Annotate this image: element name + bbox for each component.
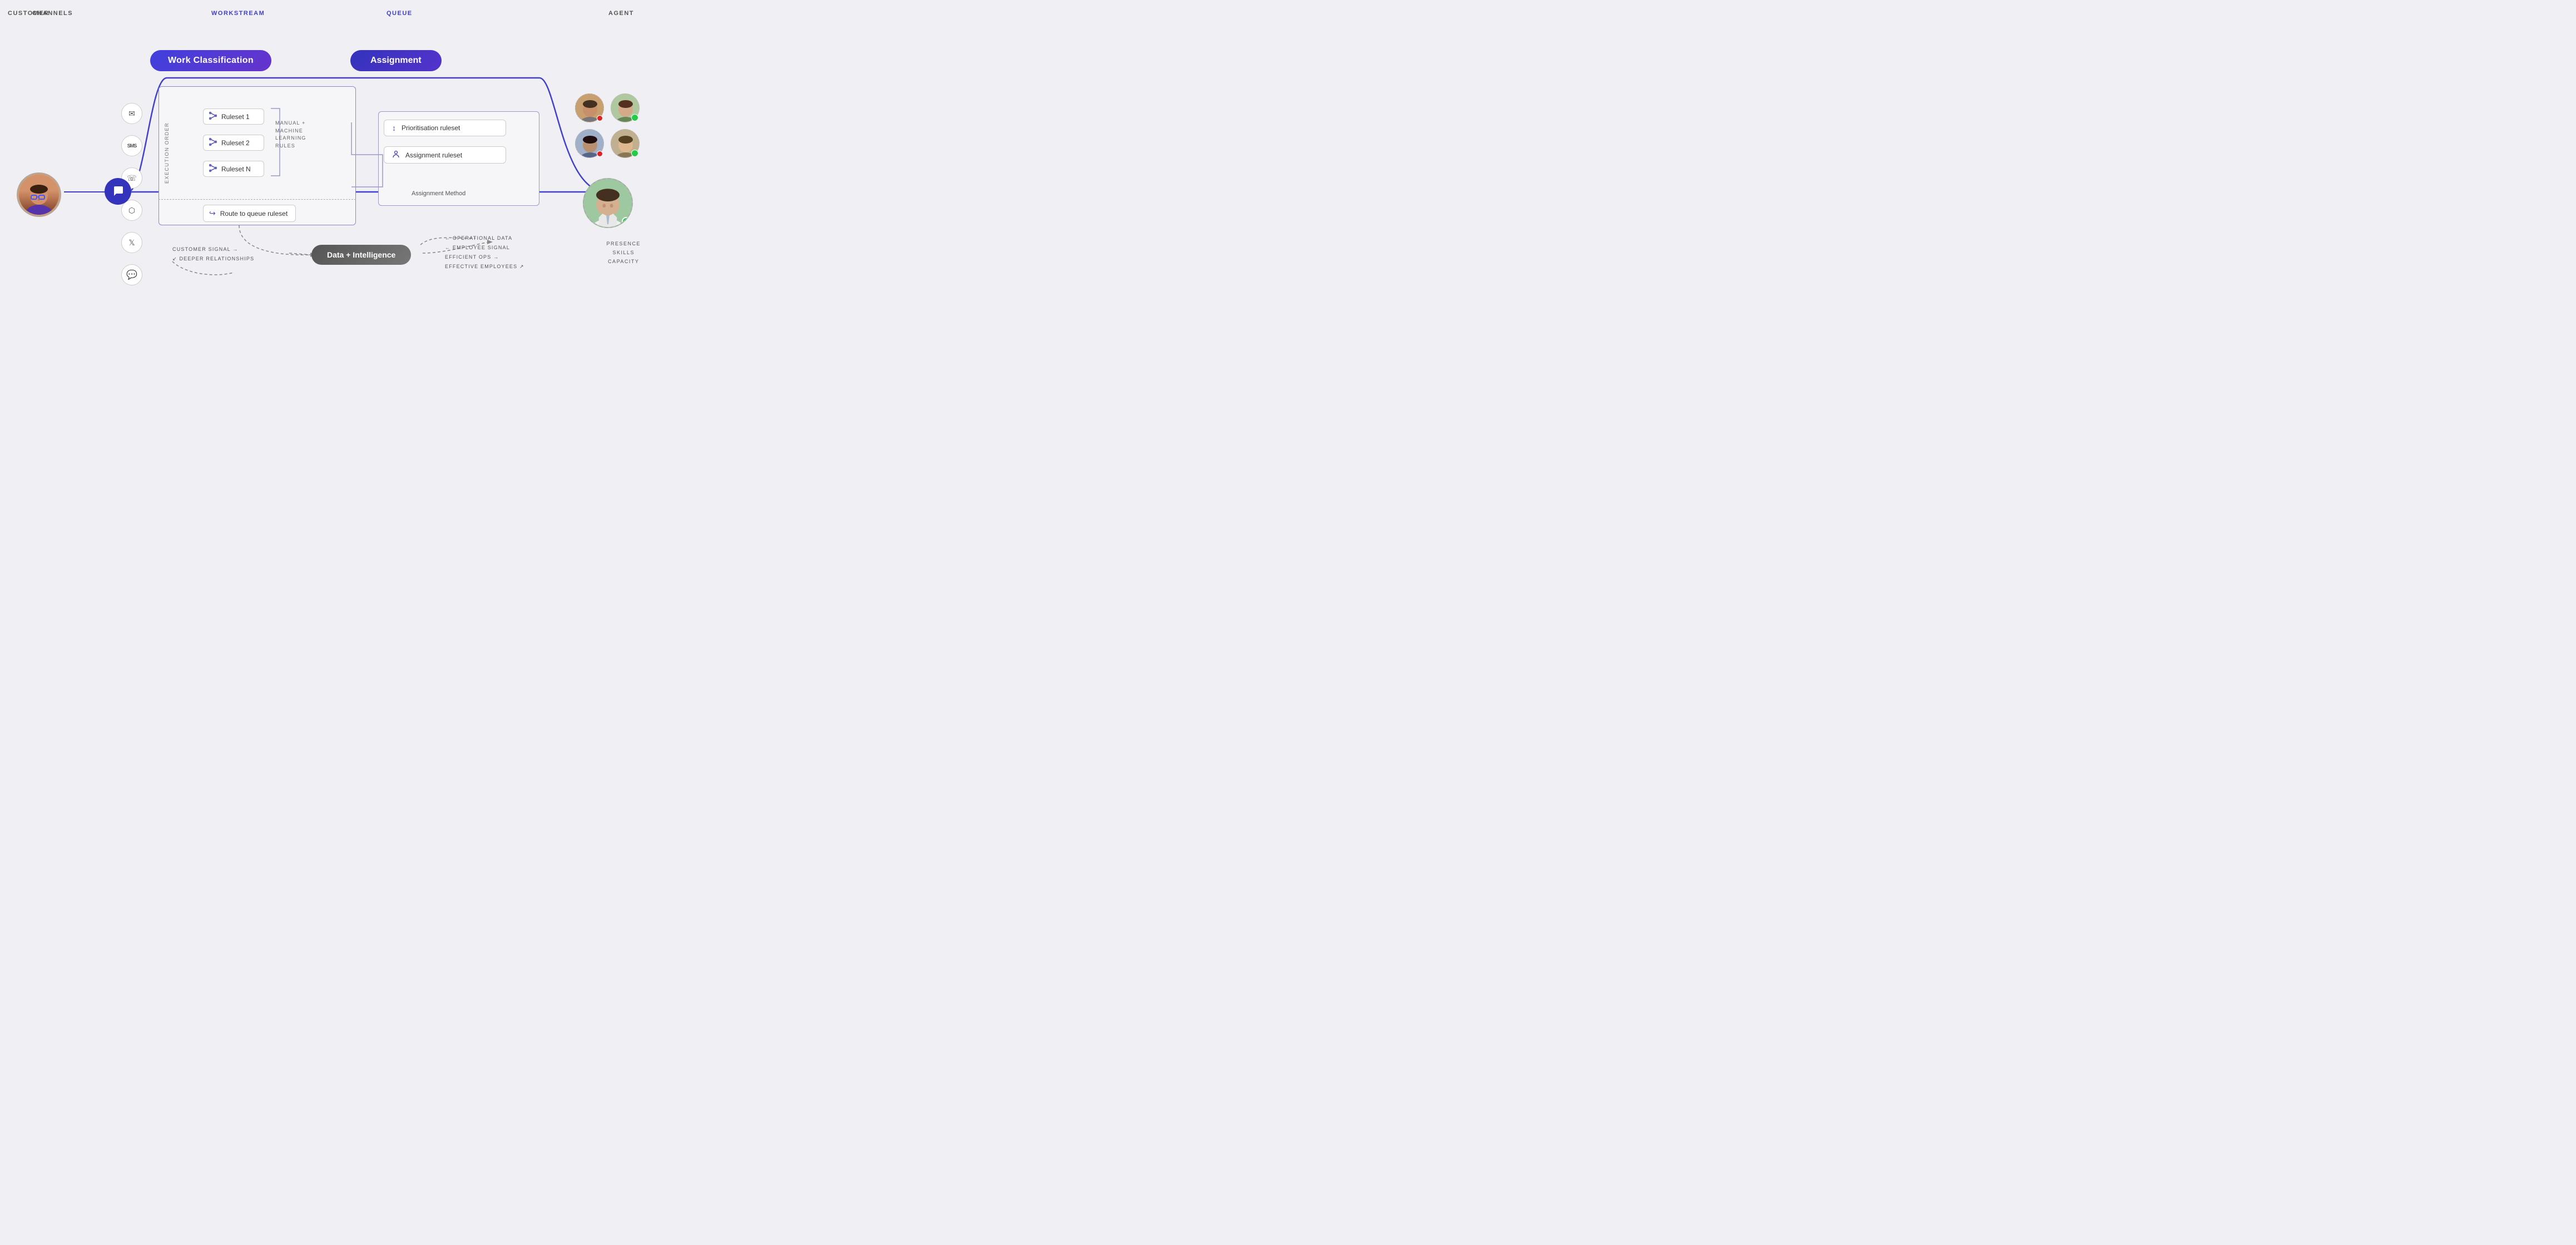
bottom-left-labels: CUSTOMER SIGNAL → ↙ DEEPER RELATIONSHIPS (172, 245, 254, 264)
label-workstream: WORKSTREAM (211, 10, 265, 17)
ruleset-item-n[interactable]: Ruleset N (203, 161, 264, 177)
queue-items: ↕ Prioritisation ruleset Assignment rule… (384, 120, 506, 164)
agent-4-status-dot (631, 150, 638, 157)
assignment-pill[interactable]: Assignment (350, 50, 442, 71)
prioritisation-icon: ↕ (392, 123, 396, 132)
customer-signal-label: CUSTOMER SIGNAL → (172, 245, 254, 254)
ruleset-icon-1 (209, 112, 217, 121)
execution-order-label: Execution order (164, 122, 170, 184)
deeper-relationships-label: ↙ DEEPER RELATIONSHIPS (172, 254, 254, 264)
prioritisation-ruleset-item[interactable]: ↕ Prioritisation ruleset (384, 120, 506, 136)
chat-bubble-icon (105, 178, 131, 205)
ruleset-item-2[interactable]: Ruleset 2 (203, 135, 264, 151)
sms-channel-icon[interactable]: SMS (121, 135, 142, 156)
label-channels: CHANNELS (32, 10, 73, 17)
label-queue: QUEUE (387, 10, 413, 17)
operational-data-label: ← OPERATIONAL DATA (445, 234, 524, 243)
assignment-method-label: Assignment Method (412, 190, 465, 197)
twitter-channel-icon[interactable]: 𝕏 (121, 232, 142, 253)
label-agent: AGENT (608, 10, 634, 17)
main-agent-avatar: ✓ (583, 178, 633, 228)
agent-main-status: ✓ (622, 217, 631, 226)
route-icon: ↪ (209, 209, 216, 218)
agent-avatar-3 (575, 129, 604, 158)
effective-employees-label: EFFECTIVE EMPLOYEES ↗ (445, 262, 524, 271)
ruleset-icon-2 (209, 138, 217, 147)
ruleset-icon-n (209, 164, 217, 174)
dashed-divider (158, 199, 356, 200)
diagram: CUSTOMER CHANNELS WORKSTREAM QUEUE AGENT… (0, 0, 644, 312)
route-to-queue-item[interactable]: ↪ Route to queue ruleset (203, 205, 296, 222)
agent-2-status-dot (631, 114, 638, 121)
ruleset-item-1[interactable]: Ruleset 1 (203, 108, 264, 125)
ruleset-list: Ruleset 1 Ruleset 2 Ruleset N (203, 108, 264, 177)
agent-avatar-1 (575, 93, 604, 122)
customer-avatar (17, 172, 61, 217)
agent-attributes-label: PRESENCE SKILLS CAPACITY (606, 239, 641, 266)
agent-avatar-4 (611, 129, 640, 158)
bottom-right-labels: ← OPERATIONAL DATA ← EMPLOYEE SIGNAL EFF… (445, 234, 524, 271)
agent-avatar-2 (611, 93, 640, 122)
assignment-ruleset-item[interactable]: Assignment ruleset (384, 146, 506, 164)
efficient-ops-label: EFFICIENT OPS → (445, 253, 524, 262)
ml-label: MANUAL + MACHINE LEARNING RULES (275, 120, 306, 150)
work-classification-pill[interactable]: Work Classification (150, 50, 271, 71)
agent-avatars-grid (575, 93, 640, 158)
messenger-channel-icon[interactable]: 💬 (121, 264, 142, 285)
agent-1-status-dot (597, 115, 603, 121)
agent-3-status-dot (597, 151, 603, 157)
data-intelligence-pill[interactable]: Data + Intelligence (311, 245, 411, 265)
email-channel-icon[interactable]: ✉ (121, 103, 142, 124)
assignment-icon (392, 150, 400, 160)
employee-signal-label: ← EMPLOYEE SIGNAL (445, 243, 524, 253)
